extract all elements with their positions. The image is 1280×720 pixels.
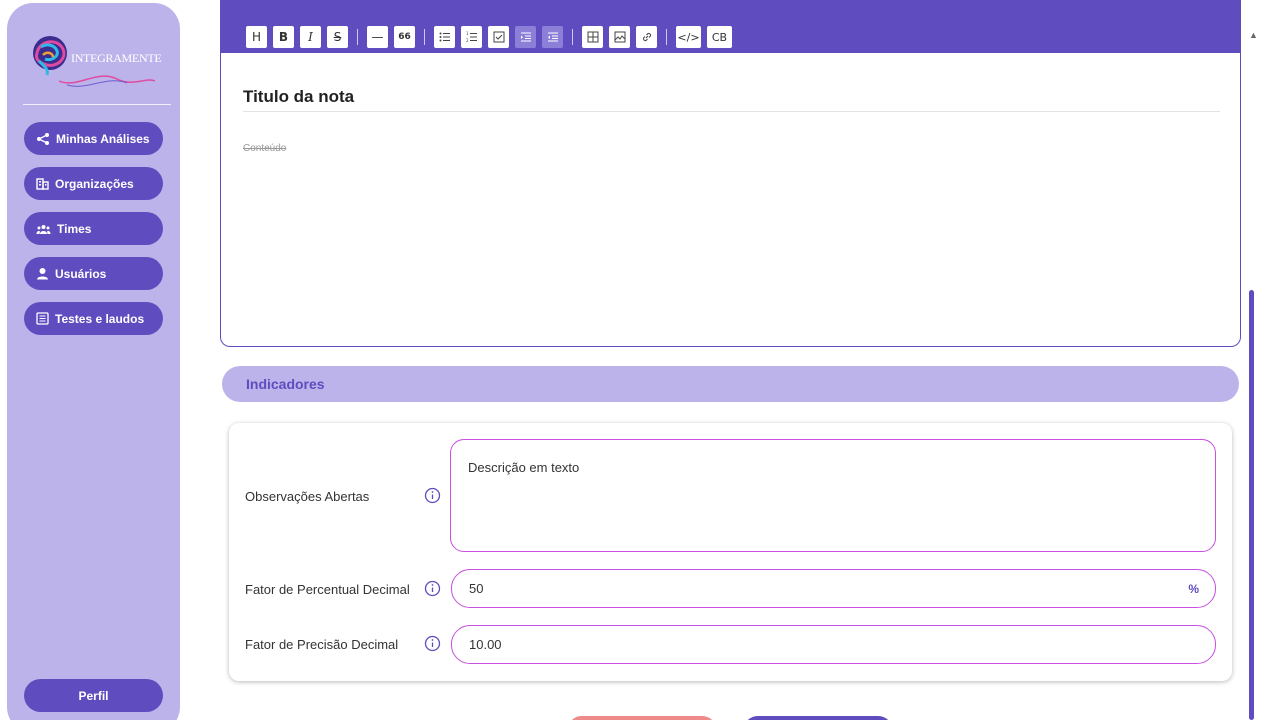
brand-logo[interactable]: INTEGRAMENTE xyxy=(27,31,167,95)
heading-button[interactable]: H xyxy=(246,26,267,48)
group-icon xyxy=(36,224,51,234)
checkbox-icon xyxy=(493,31,504,43)
svg-text:1: 1 xyxy=(466,31,469,36)
sidebar-item-testes-laudos[interactable]: Testes e laudos xyxy=(24,302,163,335)
indicators-card: Observações Abertas Descrição em texto F… xyxy=(229,423,1232,681)
share-icon xyxy=(37,132,49,145)
link-button[interactable] xyxy=(636,26,657,48)
horizontal-rule-button[interactable]: — xyxy=(367,26,388,48)
percentual-label: Fator de Percentual Decimal xyxy=(245,582,410,597)
sidebar-item-label: Usuários xyxy=(55,266,107,281)
user-icon xyxy=(37,268,48,280)
table-icon xyxy=(587,31,598,43)
code-block-button[interactable]: CB xyxy=(707,26,732,48)
sidebar-item-label: Testes e laudos xyxy=(55,311,145,326)
note-title[interactable]: Titulo da nota xyxy=(243,87,354,107)
cancel-button[interactable] xyxy=(567,716,717,720)
observacoes-textarea[interactable]: Descrição em texto xyxy=(450,439,1216,552)
precisao-input[interactable]: 10.00 xyxy=(451,625,1216,664)
editor-toolbar: H B I S — 66 12 </> CB xyxy=(221,0,1240,53)
toolbar-separator xyxy=(572,29,573,45)
image-button[interactable] xyxy=(609,26,630,48)
swoosh-icon xyxy=(58,75,156,87)
sidebar-item-usuarios[interactable]: Usuários xyxy=(24,257,163,290)
observacoes-label: Observações Abertas xyxy=(245,489,370,504)
info-icon[interactable] xyxy=(424,635,441,652)
title-divider xyxy=(243,111,1220,112)
info-icon[interactable] xyxy=(424,487,441,504)
save-button[interactable] xyxy=(743,716,893,720)
link-icon xyxy=(642,32,651,42)
note-editor: H B I S — 66 12 </> CB Titulo da nota Co… xyxy=(220,0,1241,347)
table-button[interactable] xyxy=(582,26,603,48)
info-icon[interactable] xyxy=(424,580,441,597)
sidebar-item-organizacoes[interactable]: Organizações xyxy=(24,167,163,200)
sidebar-item-label: Minhas Análises xyxy=(56,131,150,146)
sidebar-divider xyxy=(23,104,171,105)
percentual-input[interactable]: 50 % xyxy=(451,569,1216,608)
precisao-value: 10.00 xyxy=(469,637,502,652)
sidebar: INTEGRAMENTE Minhas Análises Organizaçõe… xyxy=(7,3,180,720)
indent-icon xyxy=(520,32,531,42)
percentual-value: 50 xyxy=(469,581,484,596)
bullet-list-button[interactable] xyxy=(434,26,455,48)
scroll-up-arrow-icon[interactable]: ▲ xyxy=(1249,30,1258,40)
checklist-button[interactable] xyxy=(488,26,509,48)
bold-button[interactable]: B xyxy=(273,26,294,48)
image-icon xyxy=(614,31,625,43)
sidebar-item-times[interactable]: Times xyxy=(24,212,163,245)
building-icon xyxy=(36,178,49,190)
svg-text:2: 2 xyxy=(466,38,469,43)
bullet-list-icon xyxy=(439,32,450,42)
sidebar-item-label: Organizações xyxy=(55,176,134,191)
brand-name: INTEGRAMENTE xyxy=(71,51,162,65)
percent-suffix: % xyxy=(1188,581,1199,596)
list-doc-icon xyxy=(36,312,49,325)
outdent-button[interactable] xyxy=(542,26,563,48)
strikethrough-button[interactable]: S xyxy=(327,26,348,48)
sidebar-item-label: Times xyxy=(57,221,92,236)
precisao-label: Fator de Precisão Decimal xyxy=(245,637,399,652)
outdent-icon xyxy=(547,32,558,42)
toolbar-separator xyxy=(357,29,358,45)
toolbar-separator xyxy=(424,29,425,45)
italic-button[interactable]: I xyxy=(300,26,321,48)
inline-code-button[interactable]: </> xyxy=(676,26,701,48)
indicators-header[interactable]: Indicadores xyxy=(222,366,1239,402)
indent-button[interactable] xyxy=(515,26,536,48)
toolbar-buttons: H B I S — 66 12 </> CB xyxy=(246,26,738,48)
ordered-list-button[interactable]: 12 xyxy=(461,26,482,48)
toolbar-separator xyxy=(666,29,667,45)
scrollbar-thumb[interactable] xyxy=(1249,290,1254,720)
sidebar-item-minhas-analises[interactable]: Minhas Análises xyxy=(24,122,163,155)
ordered-list-icon: 12 xyxy=(466,31,477,43)
note-content[interactable]: Conteúdo xyxy=(243,143,286,154)
quote-button[interactable]: 66 xyxy=(394,26,415,48)
profile-button[interactable]: Perfil xyxy=(24,679,163,712)
